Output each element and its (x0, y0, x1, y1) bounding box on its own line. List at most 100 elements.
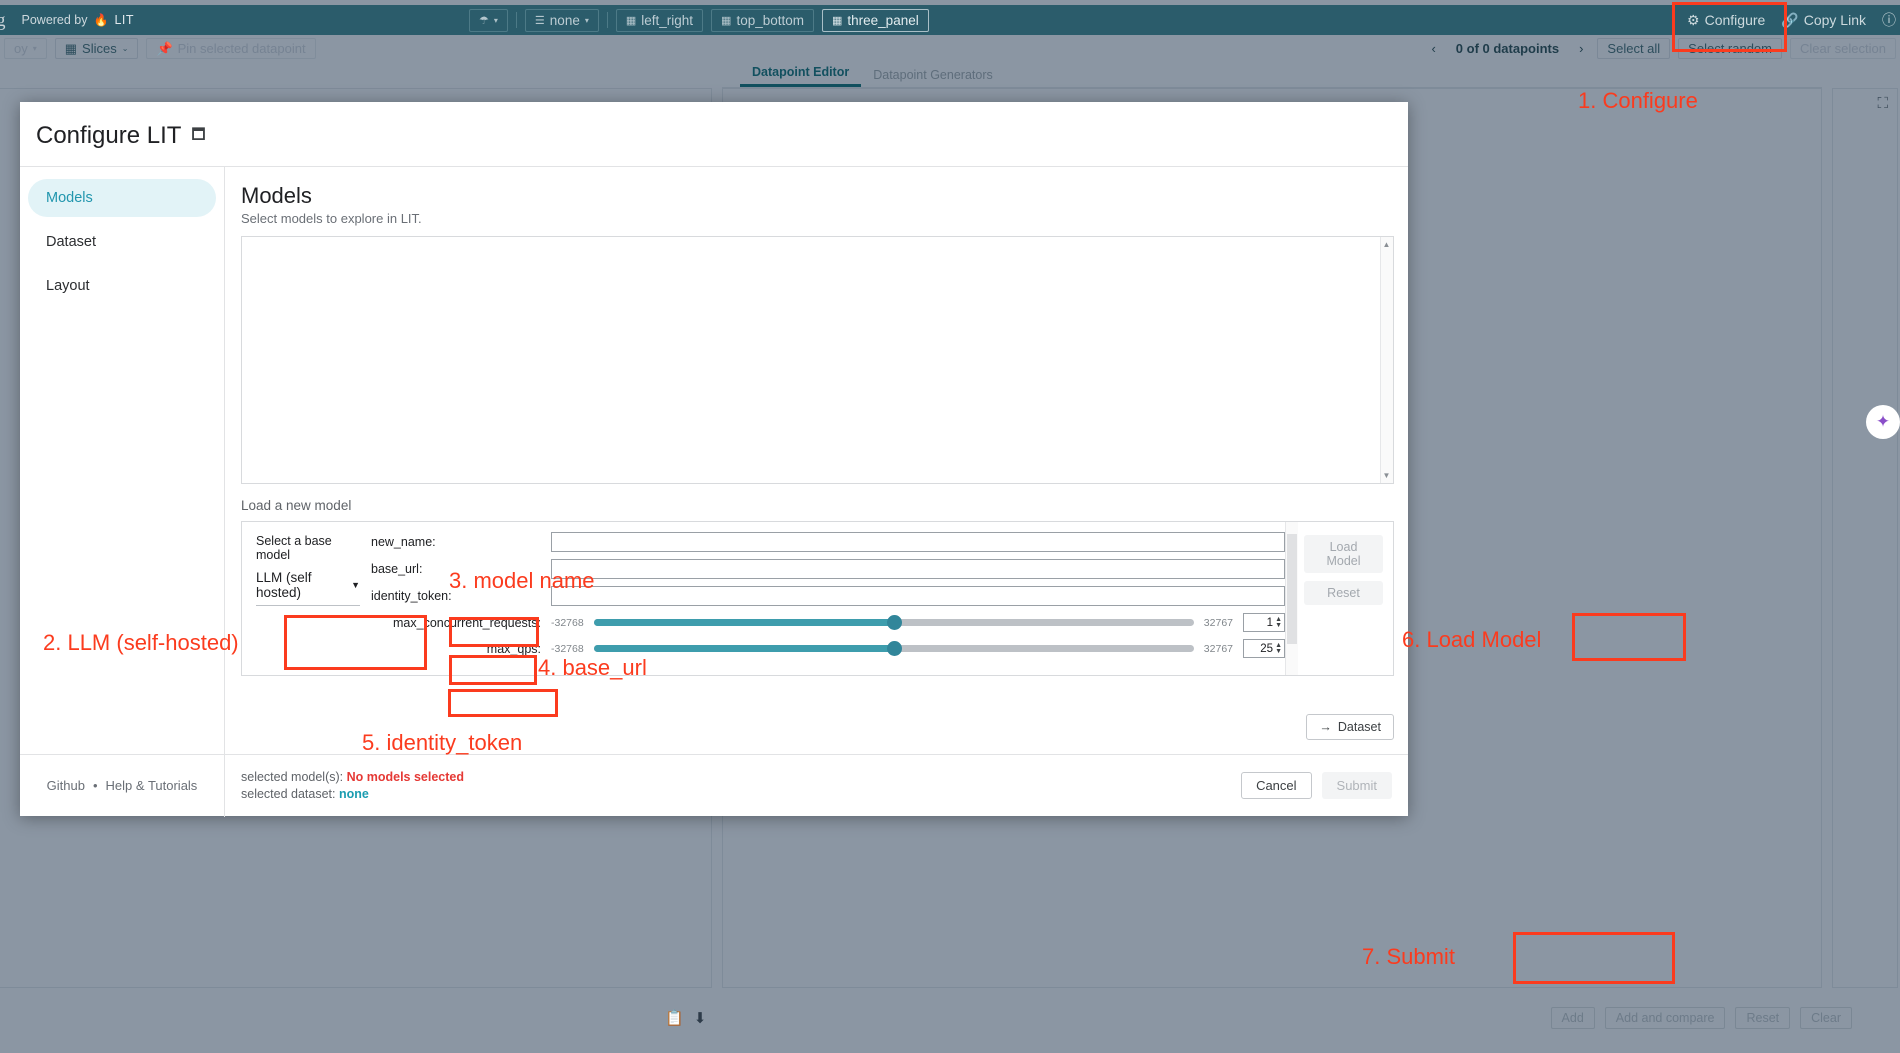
slices-label: Slices (82, 41, 117, 56)
max-concurrent-requests-slider[interactable] (594, 619, 1194, 626)
base-model-select[interactable]: LLM (self hosted) ▼ (256, 570, 360, 606)
datapoint-prev-arrow[interactable]: ‹ (1425, 41, 1441, 56)
sparkle-icon[interactable]: ✦ (1866, 405, 1900, 439)
compare-selector-button[interactable]: ☰ none ▾ (525, 9, 599, 32)
scroll-down-icon[interactable]: ▼ (1381, 470, 1392, 481)
chevron-down-icon: ▾ (494, 16, 498, 25)
chevron-down-icon: ▾ (585, 16, 589, 25)
layout-button-left-right[interactable]: ▦ left_right (616, 9, 703, 32)
copy-icon[interactable]: 📋 (665, 1009, 684, 1027)
add-and-compare-button[interactable]: Add and compare (1605, 1007, 1726, 1029)
copy-link-button[interactable]: 🔗 Copy Link (1781, 12, 1866, 29)
layout-button-three-panel[interactable]: ▦ three_panel (822, 9, 929, 32)
next-dataset-label: Dataset (1338, 720, 1381, 734)
cancel-button[interactable]: Cancel (1241, 772, 1311, 799)
pin-label: Pin selected datapoint (178, 41, 306, 56)
main-spacer (241, 676, 1394, 714)
stepper-down-icon[interactable]: ▼ (1275, 649, 1282, 655)
tab-datapoint-generators[interactable]: Datapoint Generators (861, 64, 1005, 87)
reset-button[interactable]: Reset (1735, 1007, 1790, 1029)
annotation-5-identity-token: 5. identity_token (362, 730, 522, 756)
slider-knob[interactable] (887, 615, 902, 630)
compare-selector-label: none (550, 13, 580, 28)
download-icon[interactable]: ⬇ (694, 1009, 707, 1027)
copy-link-label: Copy Link (1804, 12, 1866, 28)
footer-links: Github • Help & Tutorials (20, 755, 225, 817)
github-link[interactable]: Github (47, 778, 85, 793)
arrow-right-icon: → (1319, 720, 1332, 734)
tab-datapoint-editor[interactable]: Datapoint Editor (740, 61, 861, 87)
selected-dataset-row: selected dataset: none (241, 786, 464, 803)
slider-min-value: -32768 (551, 617, 584, 629)
grid-icon: ▦ (832, 14, 842, 27)
colorby-selector[interactable]: oy ▾ (4, 38, 47, 59)
annotation-7-submit: 7. Submit (1362, 944, 1455, 970)
submit-button[interactable]: Submit (1322, 772, 1392, 799)
open-in-new-icon[interactable]: 🗖 (191, 124, 205, 149)
clear-selection-label: Clear selection (1800, 41, 1886, 56)
pin-datapoint-button[interactable]: 📌 Pin selected datapoint (146, 38, 315, 59)
list-icon: ☰ (535, 14, 545, 27)
annotation-box-load-model (1572, 613, 1686, 661)
datapoint-count: 0 of 0 datapoints (1450, 41, 1565, 56)
form-scroll-thumb[interactable] (1287, 534, 1297, 644)
dialog-header: Configure LIT 🗖 (20, 102, 1408, 166)
clear-selection-button[interactable]: Clear selection (1790, 38, 1896, 59)
colorby-label: oy (14, 41, 28, 56)
field-row-new-name: new_name: (371, 532, 1285, 552)
toolbar-divider (516, 12, 517, 28)
annotation-1-configure: 1. Configure (1578, 88, 1698, 114)
annotation-box-base-url (449, 655, 537, 685)
select-all-label: Select all (1607, 41, 1660, 56)
datapoint-next-arrow[interactable]: › (1573, 41, 1589, 56)
annotation-box-configure (1672, 2, 1787, 52)
clear-button[interactable]: Clear (1800, 1007, 1852, 1029)
form-scrollbar[interactable] (1285, 522, 1298, 675)
fullscreen-icon[interactable]: ⛶ (1877, 95, 1888, 112)
selected-models-value: No models selected (347, 770, 464, 784)
annotation-4-base-url: 4. base_url (538, 655, 647, 681)
sidebar-item-models[interactable]: Models (28, 179, 216, 217)
slices-button[interactable]: ▦ Slices ⌄ (55, 38, 139, 59)
footer-status: selected model(s): No models selected se… (225, 769, 464, 803)
selected-dataset-label: selected dataset: (241, 787, 336, 801)
powered-by-label: Powered by (22, 13, 88, 27)
selected-models-row: selected model(s): No models selected (241, 769, 464, 786)
annotation-3-model-name: 3. model name (449, 568, 595, 594)
table-icon: ▦ (65, 41, 77, 57)
next-dataset-button[interactable]: → Dataset (1306, 714, 1394, 740)
layout-label: top_bottom (736, 13, 804, 28)
help-tutorials-link[interactable]: Help & Tutorials (106, 778, 198, 793)
dialog-sidebar: Models Dataset Layout (20, 167, 225, 754)
new-name-input[interactable] (551, 532, 1285, 552)
lit-wordmark: LIT (114, 13, 134, 27)
max-concurrent-requests-stepper[interactable]: 1 ▲ ▼ (1243, 613, 1285, 632)
select-all-button[interactable]: Select all (1597, 38, 1670, 59)
grid-icon: ▦ (721, 14, 731, 27)
base-url-input[interactable] (551, 559, 1285, 579)
dialog-body: Models Dataset Layout Models Select mode… (20, 166, 1408, 754)
add-button[interactable]: Add (1551, 1007, 1595, 1029)
form-reset-button[interactable]: Reset (1304, 581, 1383, 605)
model-selector-button[interactable]: ☂ ▾ (469, 9, 508, 32)
annotation-6-load-model: 6. Load Model (1402, 627, 1541, 653)
stepper-down-icon[interactable]: ▼ (1275, 623, 1282, 629)
sidebar-item-dataset[interactable]: Dataset (28, 223, 216, 261)
identity-token-input[interactable] (551, 586, 1285, 606)
slider-knob[interactable] (887, 641, 902, 656)
load-model-button[interactable]: Load Model (1304, 535, 1383, 573)
help-icon[interactable]: ⓘ (1882, 10, 1896, 30)
load-new-model-label: Load a new model (241, 498, 1394, 513)
layout-label: three_panel (847, 13, 918, 28)
scroll-up-icon[interactable]: ▲ (1381, 239, 1392, 250)
sidebar-item-layout[interactable]: Layout (28, 267, 216, 305)
section-heading: Models (241, 183, 1394, 209)
panel-tab-bar: Datapoint Editor Datapoint Generators (722, 62, 1822, 88)
annotation-box-new-name (449, 617, 539, 647)
max-qps-stepper[interactable]: 25 ▲ ▼ (1243, 639, 1285, 658)
model-list[interactable]: ▲ ▼ (241, 236, 1394, 484)
max-qps-slider[interactable] (594, 645, 1194, 652)
model-list-scrollbar[interactable]: ▲ ▼ (1380, 237, 1393, 483)
annotation-box-identity-token (448, 689, 558, 717)
layout-button-top-bottom[interactable]: ▦ top_bottom (711, 9, 814, 32)
